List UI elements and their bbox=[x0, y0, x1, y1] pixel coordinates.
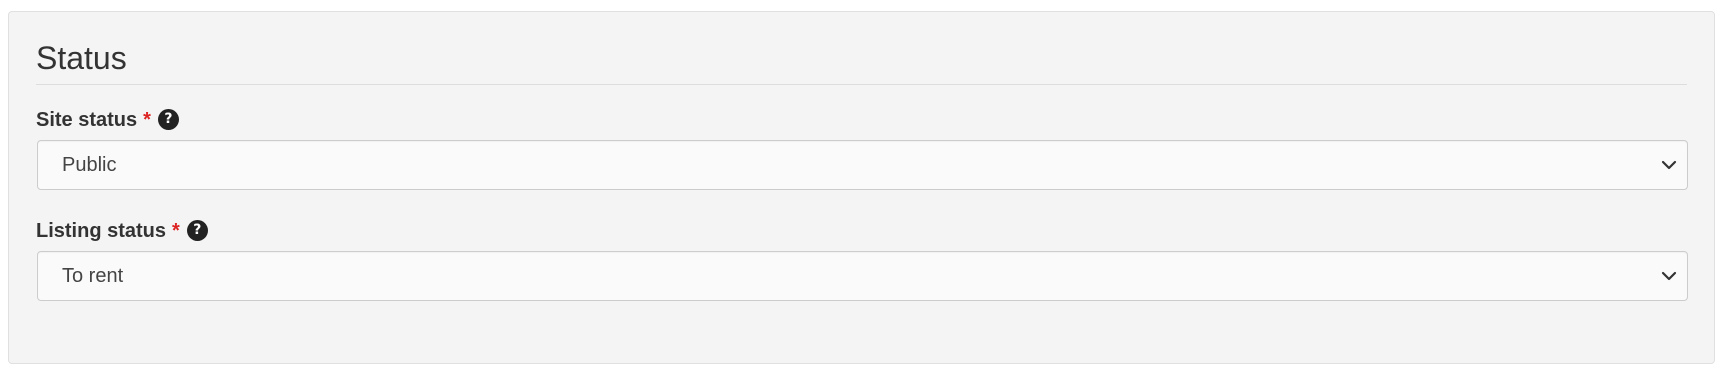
listing-status-select[interactable]: To rent bbox=[37, 251, 1688, 301]
chevron-down-icon bbox=[1661, 271, 1677, 281]
required-marker: * bbox=[172, 219, 180, 242]
required-marker: * bbox=[143, 108, 151, 131]
status-panel: Status Site status * ? Public Listing st… bbox=[8, 11, 1715, 364]
listing-status-label-row: Listing status * ? bbox=[36, 220, 208, 241]
site-status-selected-value: Public bbox=[62, 154, 117, 176]
site-status-label: Site status bbox=[36, 108, 138, 131]
title-divider bbox=[36, 84, 1687, 85]
site-status-label-row: Site status * ? bbox=[36, 109, 179, 130]
panel-title: Status bbox=[36, 40, 127, 76]
site-status-select[interactable]: Public bbox=[37, 140, 1688, 190]
question-circle-icon[interactable]: ? bbox=[157, 109, 179, 130]
listing-status-label: Listing status bbox=[36, 219, 167, 242]
question-circle-icon[interactable]: ? bbox=[186, 220, 208, 241]
listing-status-selected-value: To rent bbox=[62, 265, 124, 287]
chevron-down-icon bbox=[1661, 160, 1677, 170]
